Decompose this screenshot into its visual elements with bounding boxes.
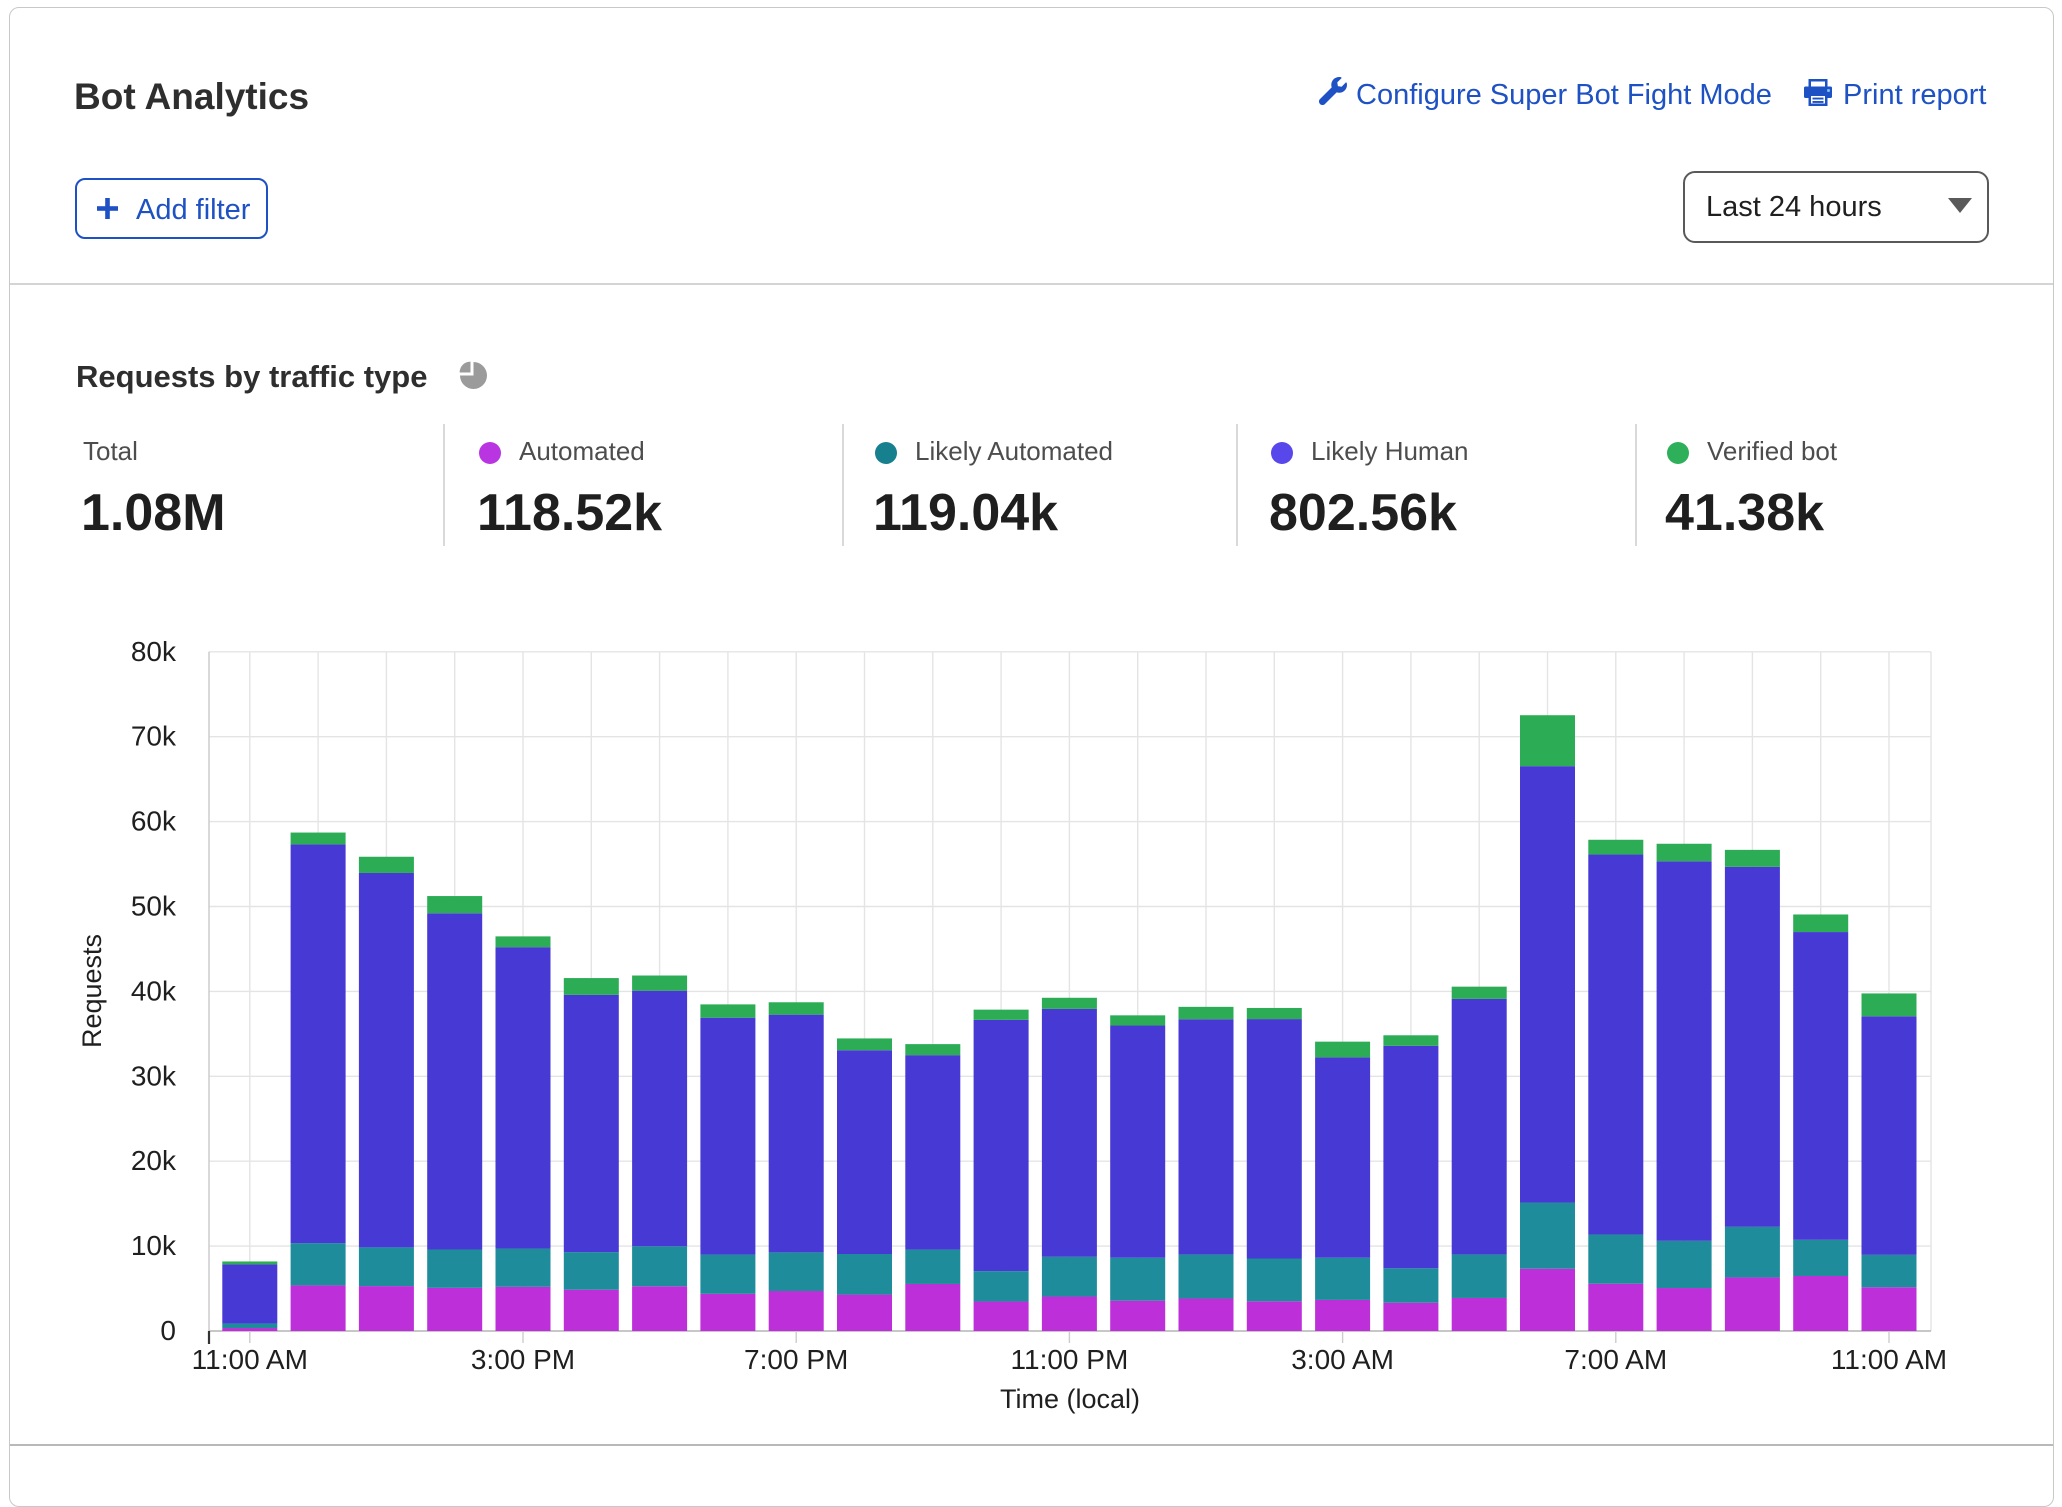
svg-text:50k: 50k (131, 891, 177, 922)
svg-text:11:00 AM: 11:00 AM (192, 1344, 308, 1375)
svg-text:Time (local): Time (local) (1000, 1384, 1140, 1414)
svg-text:0: 0 (160, 1315, 176, 1346)
svg-text:20k: 20k (131, 1145, 177, 1176)
svg-text:30k: 30k (131, 1060, 177, 1091)
svg-text:7:00 PM: 7:00 PM (744, 1344, 848, 1375)
svg-text:80k: 80k (131, 636, 177, 667)
svg-text:3:00 PM: 3:00 PM (471, 1344, 575, 1375)
svg-text:40k: 40k (131, 975, 177, 1006)
svg-text:11:00 AM: 11:00 AM (1831, 1344, 1947, 1375)
svg-text:60k: 60k (131, 806, 177, 837)
svg-text:Requests: Requests (77, 934, 107, 1048)
svg-text:7:00 AM: 7:00 AM (1564, 1344, 1667, 1375)
svg-text:11:00 PM: 11:00 PM (1011, 1344, 1129, 1375)
svg-text:70k: 70k (131, 721, 177, 752)
svg-text:10k: 10k (131, 1230, 177, 1261)
svg-text:3:00 AM: 3:00 AM (1291, 1344, 1394, 1375)
